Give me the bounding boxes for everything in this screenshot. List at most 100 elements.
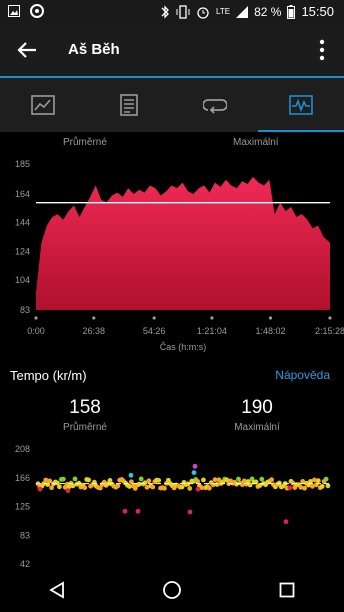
alarm-icon — [197, 6, 209, 19]
cadence-outlier-point — [192, 463, 198, 469]
app-bar: Aš Běh — [0, 24, 344, 76]
hr-x-tick-label: 1:48:02 — [255, 326, 285, 336]
hr-x-tick-dot — [152, 316, 156, 320]
cadence-point — [302, 485, 307, 491]
hr-series-area — [36, 176, 330, 310]
hr-x-tick-label: 54:26 — [143, 326, 166, 336]
cadence-y-tick-label: 125 — [15, 502, 30, 512]
arrow-left-icon — [17, 42, 36, 58]
cadence-point — [162, 485, 167, 491]
cadence-point — [315, 478, 321, 484]
tab-bar — [0, 78, 344, 132]
signal-icon — [236, 5, 249, 18]
cadence-point — [57, 484, 62, 490]
nav-back-button[interactable] — [37, 570, 77, 610]
hr-x-tick-label: 2:15:28 — [315, 326, 344, 336]
vibrate-icon — [176, 4, 190, 19]
cadence-chart: 208 166 125 83 42 — [15, 444, 331, 568]
nav-recents-button[interactable] — [267, 570, 307, 610]
tempo-max-value: 190 — [241, 397, 273, 418]
cadence-point — [115, 483, 121, 489]
hr-x-tick-label: 0:00 — [27, 326, 45, 336]
cadence-outlier-point — [135, 508, 141, 514]
tempo-section-title: Tempo (kr/m) — [10, 368, 87, 383]
bluetooth-icon — [161, 4, 169, 19]
overview-icon — [31, 95, 55, 115]
tempo-avg-stat: 158 Průměrné — [25, 397, 145, 433]
cadence-point — [269, 477, 274, 483]
tab-overview[interactable] — [0, 78, 86, 132]
hr-x-tick-dot — [328, 316, 332, 320]
cadence-outlier-point — [122, 508, 128, 514]
cadence-outlier-point — [37, 486, 43, 492]
laps-icon — [203, 99, 227, 114]
cadence-outlier-point — [195, 486, 201, 492]
cadence-point — [86, 477, 91, 483]
cadence-point — [201, 477, 206, 483]
cadence-point — [319, 484, 325, 489]
hr-y-tick-label: 104 — [15, 275, 30, 285]
more-vert-icon — [319, 39, 325, 61]
hr-x-tick-dot — [34, 316, 38, 320]
cadence-y-tick-label: 208 — [15, 444, 30, 454]
tempo-avg-label: Průměrné — [63, 422, 107, 433]
hr-x-axis-title: Čas (h:m:s) — [160, 342, 207, 352]
cadence-point — [187, 486, 193, 491]
cadence-point — [156, 478, 162, 483]
status-bar: LTE 82 % 15:50 — [0, 0, 344, 24]
nav-home-button[interactable] — [152, 570, 192, 610]
battery-percent: 82 % — [254, 4, 282, 19]
cadence-point — [259, 476, 265, 482]
tempo-max-label: Maximální — [234, 422, 280, 433]
hr-avg-label: Průměrné — [63, 137, 107, 148]
cadence-point — [150, 484, 156, 490]
cadence-outlier-point — [65, 488, 71, 493]
clock: 15:50 — [301, 4, 334, 19]
details-icon — [120, 94, 138, 116]
network-type: LTE — [216, 7, 231, 16]
cadence-point — [47, 478, 53, 484]
cadence-point — [72, 476, 78, 482]
cadence-y-tick-label: 83 — [20, 531, 30, 541]
hr-y-tick-label: 124 — [15, 246, 30, 256]
cadence-point — [146, 478, 152, 484]
hr-y-tick-label: 185 — [15, 159, 30, 169]
tab-laps[interactable] — [172, 78, 258, 132]
cadence-y-tick-label: 166 — [15, 473, 30, 483]
cadence-outlier-point — [187, 509, 193, 515]
back-button[interactable] — [14, 38, 40, 62]
tempo-max-stat: 190 Maximální — [197, 397, 317, 433]
help-link[interactable]: Nápověda — [275, 368, 330, 382]
overflow-menu-button[interactable] — [318, 38, 326, 62]
cadence-outlier-point — [191, 470, 197, 475]
tab-details[interactable] — [86, 78, 172, 132]
hr-x-tick-dot — [268, 316, 273, 320]
page-title: Aš Běh — [68, 41, 120, 58]
charts-icon — [289, 95, 313, 115]
tab-charts[interactable] — [258, 78, 344, 132]
image-notification-icon — [8, 5, 20, 17]
cadence-point — [313, 482, 319, 488]
hr-max-label: Maximální — [233, 137, 279, 148]
hr-x-tick-label: 26:38 — [83, 326, 106, 336]
back-icon — [49, 581, 65, 599]
hr-y-tick-label: 164 — [15, 189, 30, 199]
home-icon — [163, 581, 181, 599]
sync-notification-icon — [30, 4, 44, 18]
hr-x-tick-label: 1:21:04 — [197, 326, 227, 336]
recents-icon — [279, 582, 295, 598]
heart-rate-chart: 185 164 144 124 104 83 0:00 26:38 54:26 1:21:04 1:… — [15, 159, 344, 352]
cadence-y-tick-label: 42 — [20, 559, 30, 568]
cadence-point — [138, 476, 144, 482]
cadence-point — [206, 485, 212, 491]
cadence-outlier-point — [128, 472, 134, 478]
cadence-point — [323, 476, 329, 482]
hr-x-tick-dot — [92, 316, 96, 320]
hr-y-tick-label: 83 — [20, 305, 30, 315]
battery-icon — [287, 4, 296, 19]
hr-x-tick-dot — [210, 316, 214, 320]
cadence-point — [60, 476, 66, 482]
cadence-outlier-point — [287, 485, 293, 491]
cadence-point — [82, 485, 88, 491]
hr-y-tick-label: 144 — [15, 218, 30, 228]
